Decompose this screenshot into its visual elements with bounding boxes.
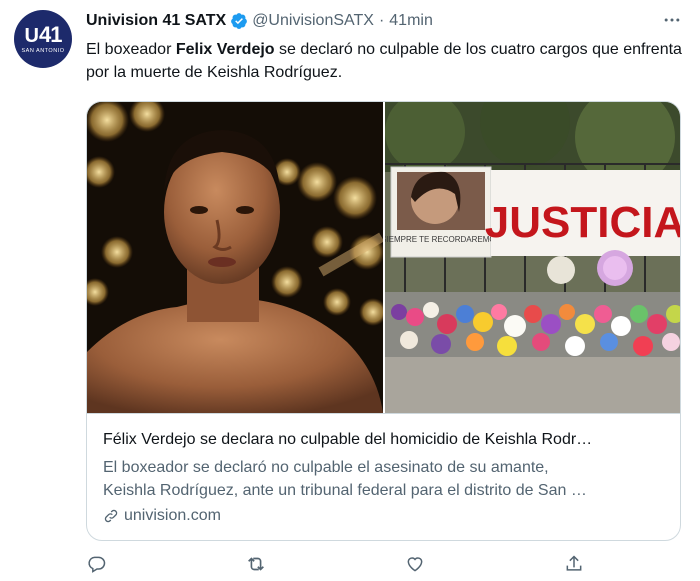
avatar-subtitle: SAN ANTONIO [21,47,65,54]
card-media: SIEMPRE TE RECORDAREMOS JUSTICIA [87,102,681,413]
verified-badge-icon [230,12,248,30]
reply-icon[interactable] [86,553,108,575]
poster-caption: SIEMPRE TE RECORDAREMOS [385,235,501,244]
boxer-photo [87,102,383,413]
tweet-header: Univision 41 SATX @UnivisionSATX · 41min [86,10,433,32]
like-icon[interactable] [404,553,426,575]
tweet-text: El boxeador Felix Verdejo se declaró no … [86,41,682,81]
card-title[interactable]: Félix Verdejo se declara no culpable del… [103,429,666,450]
card-text[interactable]: Félix Verdejo se declara no culpable del… [87,413,680,540]
tweet-actions [86,553,606,577]
avatar-logo: U41 [24,21,63,47]
retweet-icon[interactable] [245,553,267,575]
account-name[interactable]: Univision 41 SATX [86,12,226,30]
card-domain[interactable]: univision.com [103,505,666,526]
tweet-timestamp[interactable]: 41min [389,12,433,30]
justicia-banner: JUSTICIA [485,198,681,247]
avatar[interactable]: U41 SAN ANTONIO [14,10,72,68]
link-icon [104,509,118,522]
tweet-bold-name: Felix Verdejo [175,41,275,58]
card-description: El boxeador se declaró no culpable el as… [103,459,587,499]
more-options-icon[interactable] [662,10,682,35]
separator-dot: · [378,12,385,29]
link-card[interactable]: SIEMPRE TE RECORDAREMOS JUSTICIA Félix V… [86,101,681,541]
memorial-photo: SIEMPRE TE RECORDAREMOS JUSTICIA [383,102,681,413]
account-handle[interactable]: @UnivisionSATX [252,12,374,30]
share-icon[interactable] [563,553,585,575]
